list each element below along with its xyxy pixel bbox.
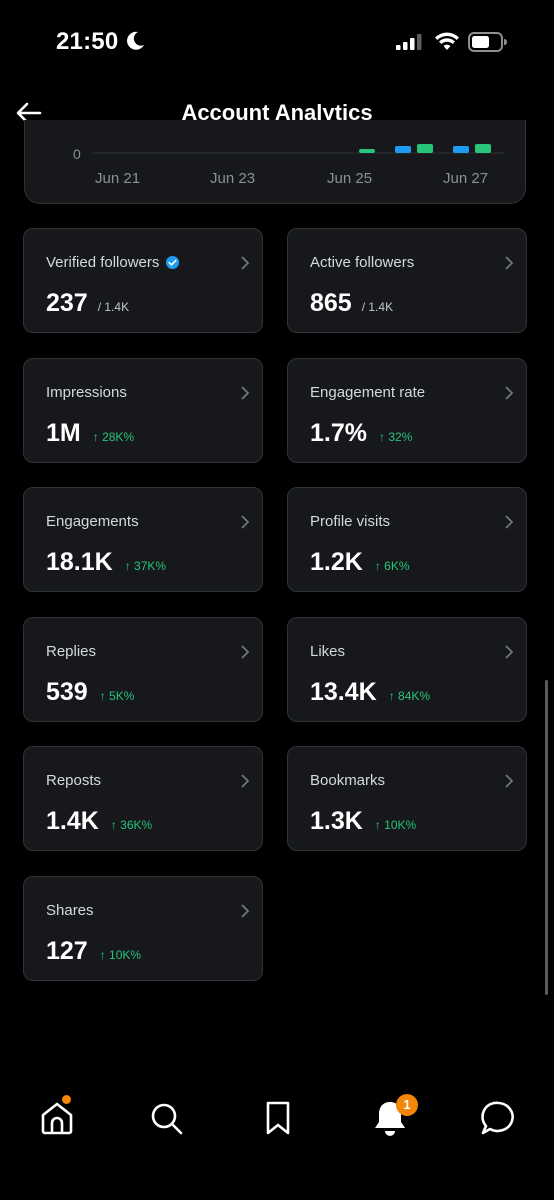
- card-delta: ↑ 10K%: [99, 948, 142, 962]
- notifications-badge: 1: [396, 1094, 418, 1116]
- status-bar: 21:50: [0, 0, 554, 86]
- card-value: 1.7%: [310, 419, 367, 447]
- card-value: 18.1K: [46, 548, 113, 576]
- home-unread-dot: [62, 1095, 71, 1104]
- chart-bar: [475, 144, 491, 153]
- card-label: Replies: [46, 643, 97, 660]
- card-label: Likes: [310, 643, 346, 660]
- chart-bar: [417, 144, 433, 153]
- card-replies[interactable]: Replies 539 ↑ 5K%: [23, 617, 263, 722]
- chevron-right-icon: [505, 386, 514, 400]
- card-delta: ↑ 36K%: [110, 818, 153, 832]
- card-value: 1.4K: [46, 807, 99, 835]
- card-bookmarks[interactable]: Bookmarks 1.3K ↑ 10K%: [287, 746, 527, 851]
- chart-x-label: Jun 21: [95, 170, 140, 187]
- card-delta: ↑ 6K%: [374, 559, 410, 573]
- moon-icon: [127, 31, 144, 50]
- card-value: 865: [310, 289, 352, 317]
- messages-icon[interactable]: [479, 1098, 519, 1138]
- card-active-followers[interactable]: Active followers 865 / 1.4K: [287, 228, 527, 333]
- card-value: 1.3K: [310, 807, 363, 835]
- card-delta: ↑ 10K%: [374, 818, 417, 832]
- card-delta: ↑ 32%: [378, 430, 413, 444]
- card-delta: ↑ 5K%: [99, 689, 135, 703]
- cellular-signal-icon: [396, 34, 422, 50]
- card-engagement-rate[interactable]: Engagement rate 1.7% ↑ 32%: [287, 358, 527, 463]
- card-label: Engagement rate: [310, 384, 426, 401]
- chart-x-label: Jun 23: [210, 170, 255, 187]
- card-profile-visits[interactable]: Profile visits 1.2K ↑ 6K%: [287, 487, 527, 592]
- card-label: Shares: [46, 902, 94, 919]
- card-value: 539: [46, 678, 88, 706]
- card-value: 1M: [46, 419, 81, 447]
- chevron-right-icon: [241, 645, 250, 659]
- card-label: Bookmarks: [310, 772, 386, 789]
- verified-badge-icon: [166, 255, 180, 270]
- card-shares[interactable]: Shares 127 ↑ 10K%: [23, 876, 263, 981]
- card-value: 13.4K: [310, 678, 377, 706]
- search-icon[interactable]: [146, 1098, 186, 1138]
- card-verified-followers[interactable]: Verified followers 237 / 1.4K: [23, 228, 263, 333]
- battery-icon: [468, 32, 507, 52]
- card-label: Active followers: [310, 254, 415, 271]
- chart-y-zero-label: 0: [73, 146, 81, 162]
- card-delta: ↑ 84K%: [388, 689, 431, 703]
- card-value: 127: [46, 937, 88, 965]
- scrollbar-thumb[interactable]: [545, 680, 548, 995]
- chevron-right-icon: [241, 904, 250, 918]
- chevron-right-icon: [241, 515, 250, 529]
- chart-x-label: Jun 27: [443, 170, 488, 187]
- chart-card: 0 Jun 21 Jun 23 Jun 25 Jun 27: [24, 120, 526, 204]
- wifi-icon: [435, 32, 459, 50]
- card-label: Verified followers: [46, 254, 160, 271]
- card-value: 237: [46, 289, 88, 317]
- chart-x-label: Jun 25: [327, 170, 372, 187]
- card-impressions[interactable]: Impressions 1M ↑ 28K%: [23, 358, 263, 463]
- bookmark-icon[interactable]: [258, 1098, 298, 1138]
- card-label: Impressions: [46, 384, 127, 401]
- chevron-right-icon: [505, 774, 514, 788]
- chevron-right-icon: [241, 386, 250, 400]
- card-value: 1.2K: [310, 548, 363, 576]
- chevron-right-icon: [241, 774, 250, 788]
- card-label: Engagements: [46, 513, 139, 530]
- card-label: Reposts: [46, 772, 102, 789]
- card-sub: / 1.4K: [361, 300, 394, 314]
- chart-bar: [359, 149, 375, 153]
- card-engagements[interactable]: Engagements 18.1K ↑ 37K%: [23, 487, 263, 592]
- status-time: 21:50: [56, 28, 119, 55]
- card-sub: / 1.4K: [97, 300, 130, 314]
- card-reposts[interactable]: Reposts 1.4K ↑ 36K%: [23, 746, 263, 851]
- chevron-right-icon: [505, 256, 514, 270]
- card-delta: ↑ 28K%: [92, 430, 135, 444]
- home-icon[interactable]: [37, 1098, 77, 1138]
- chevron-right-icon: [241, 256, 250, 270]
- chart-bar: [453, 146, 469, 153]
- card-delta: ↑ 37K%: [124, 559, 167, 573]
- chart-bar: [395, 146, 411, 153]
- chevron-right-icon: [505, 515, 514, 529]
- bottom-tab-bar: [0, 1080, 554, 1160]
- card-label: Profile visits: [310, 513, 391, 530]
- chevron-right-icon: [505, 645, 514, 659]
- card-likes[interactable]: Likes 13.4K ↑ 84K%: [287, 617, 527, 722]
